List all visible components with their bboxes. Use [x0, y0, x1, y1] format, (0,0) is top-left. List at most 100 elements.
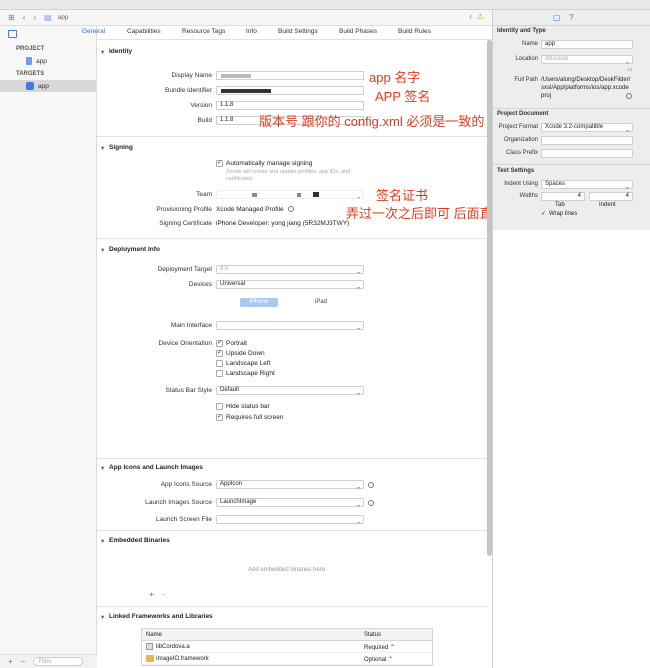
tab-general[interactable]: General	[82, 28, 105, 35]
navigator-project-item[interactable]: app	[0, 55, 96, 67]
project-format-select[interactable]: Xcode 3.2-compatible	[541, 123, 633, 132]
tab-build-settings[interactable]: Build Settings	[278, 28, 318, 35]
go-to-asset-icon[interactable]	[368, 500, 374, 506]
launch-screen-file-select[interactable]	[216, 515, 364, 524]
full-path-value: /Users/along/Desktop/DeskFilder/sxsl/App…	[541, 77, 631, 99]
hide-status-bar-label: Hide status bar	[226, 403, 270, 410]
breadcrumb[interactable]: app	[58, 14, 69, 21]
framework-status[interactable]: Optional ⌃	[364, 656, 393, 663]
segment-ipad[interactable]: iPad	[302, 298, 340, 307]
organization-field[interactable]	[541, 136, 633, 145]
quick-help-icon[interactable]: ?	[569, 13, 573, 22]
remove-embedded-icon[interactable]: −	[161, 590, 166, 599]
targets-section-header: TARGETS	[16, 71, 45, 77]
tab-info[interactable]: Info	[246, 28, 257, 35]
orientation-upside-down-checkbox[interactable]: ✓	[216, 350, 223, 357]
devices-select[interactable]: Universal	[216, 280, 364, 289]
main-interface-label: Main Interface	[170, 322, 212, 329]
launch-images-source-select[interactable]: LaunchImage	[216, 498, 364, 507]
linked-frameworks-section-header[interactable]: Linked Frameworks and Libraries	[97, 613, 487, 625]
warning-icon[interactable]: ⚠	[477, 12, 484, 21]
table-row[interactable]: libCordova.a Required ⌃	[142, 641, 432, 653]
tab-capabilities[interactable]: Capabilities	[127, 28, 161, 35]
app-icons-source-select[interactable]: AppIcon	[216, 480, 364, 489]
team-label: Team	[196, 191, 212, 198]
app-icons-section-header[interactable]: App Icons and Launch Images	[97, 464, 487, 476]
version-label: Version	[190, 102, 212, 109]
framework-status[interactable]: Required ⌃	[364, 644, 395, 651]
back-arrow-icon[interactable]: ‹	[23, 13, 26, 22]
main-interface-select[interactable]	[216, 321, 364, 330]
deployment-target-select[interactable]: 8.0	[216, 265, 364, 274]
requires-full-screen-checkbox[interactable]: ✓	[216, 414, 223, 421]
tab-caption: Tab	[555, 202, 565, 208]
display-name-field[interactable]	[216, 71, 364, 80]
location-select[interactable]: Absolute	[541, 55, 633, 64]
tab-resource-tags[interactable]: Resource Tags	[182, 28, 225, 35]
version-field[interactable]: 1.1.8	[216, 101, 364, 110]
location-label: Location	[515, 56, 538, 62]
info-icon[interactable]	[288, 206, 294, 212]
reveal-in-finder-icon[interactable]	[626, 93, 632, 99]
identity-section-header[interactable]: Identity	[97, 48, 487, 60]
table-row[interactable]: ImageIO.framework Optional ⌃	[142, 653, 432, 665]
folder-icon[interactable]: ▭	[627, 66, 633, 74]
status-bar-style-select[interactable]: Default	[216, 386, 364, 395]
column-name-header[interactable]: Name	[146, 632, 162, 638]
class-prefix-field[interactable]	[541, 149, 633, 158]
column-status-header[interactable]: Status	[364, 632, 381, 638]
go-to-asset-icon[interactable]	[368, 482, 374, 488]
editor-tabs: General Capabilities Resource Tags Info …	[82, 26, 492, 40]
provisioning-profile-label: Provisioning Profile	[156, 206, 212, 213]
indent-using-select[interactable]: Spaces	[541, 180, 633, 189]
orientation-portrait-checkbox[interactable]: ✓	[216, 340, 223, 347]
team-select[interactable]	[216, 190, 364, 199]
bundle-id-field[interactable]	[216, 86, 364, 95]
linked-frameworks-table: Name Status libCordova.a Required ⌃ Imag…	[141, 628, 433, 666]
filter-input[interactable]: Filter	[33, 657, 84, 666]
hide-status-bar-checkbox[interactable]	[216, 403, 223, 410]
annotation-cert-note-2: 弄过一次之后即可 后面直接选择	[346, 206, 487, 221]
remove-icon[interactable]: −	[21, 657, 26, 666]
deployment-section-header[interactable]: Deployment Info	[97, 246, 487, 258]
signing-certificate-label: Signing Certificate	[159, 220, 212, 227]
auto-signing-checkbox[interactable]: ✓	[216, 160, 223, 167]
embedded-binaries-section-header[interactable]: Embedded Binaries	[97, 537, 487, 549]
segment-iphone[interactable]: iPhone	[240, 298, 278, 307]
indent-width-field[interactable]: 4	[589, 192, 633, 201]
grid-icon[interactable]: ⊞	[8, 13, 15, 22]
section-divider	[97, 238, 487, 239]
annotation-version-note: 版本号 跟你的 config.xml 必须是一致的	[259, 114, 485, 129]
redacted-text	[313, 192, 319, 197]
framework-name: libCordova.a	[156, 644, 190, 650]
orientation-landscape-right-checkbox[interactable]	[216, 370, 223, 377]
provisioning-profile-value: Xcode Managed Profile	[216, 206, 284, 213]
project-file-icon: ▤	[44, 13, 52, 22]
navigator-target-item[interactable]: app	[0, 80, 96, 92]
general-editor: Identity Display Name Bundle Identifier …	[97, 40, 487, 668]
forward-arrow-icon[interactable]: ›	[33, 13, 36, 22]
tab-build-rules[interactable]: Build Rules	[398, 28, 431, 35]
section-divider	[97, 458, 487, 459]
file-inspector-icon[interactable]: ▢	[553, 13, 561, 22]
navigator-bottom-bar: + − Filter	[0, 654, 97, 668]
full-path-label: Full Path	[514, 77, 538, 83]
device-orientation-label: Device Orientation	[158, 340, 212, 347]
related-items-icon[interactable]: ‹	[469, 12, 472, 21]
jump-bar: ⊞ ‹ › ▤ app ‹ ⚠	[0, 10, 492, 26]
project-format-label: Project Format	[498, 124, 538, 130]
orientation-landscape-left-checkbox[interactable]	[216, 360, 223, 367]
launch-images-source-label: Launch Images Source	[145, 499, 212, 506]
add-icon[interactable]: +	[8, 657, 13, 666]
name-field[interactable]: app	[541, 40, 633, 49]
display-name-label: Display Name	[171, 72, 212, 79]
signing-section-header[interactable]: Signing	[97, 144, 487, 156]
wrap-lines-checkbox[interactable]: ✓	[541, 210, 546, 218]
tab-width-field[interactable]: 4	[541, 192, 585, 201]
add-embedded-icon[interactable]: +	[149, 590, 154, 599]
sidebar-toggle-icon[interactable]	[8, 30, 17, 38]
inspector-divider	[493, 108, 650, 109]
project-section-header: PROJECT	[16, 46, 45, 52]
deployment-target-label: Deployment Target	[157, 266, 212, 273]
tab-build-phases[interactable]: Build Phases	[339, 28, 377, 35]
